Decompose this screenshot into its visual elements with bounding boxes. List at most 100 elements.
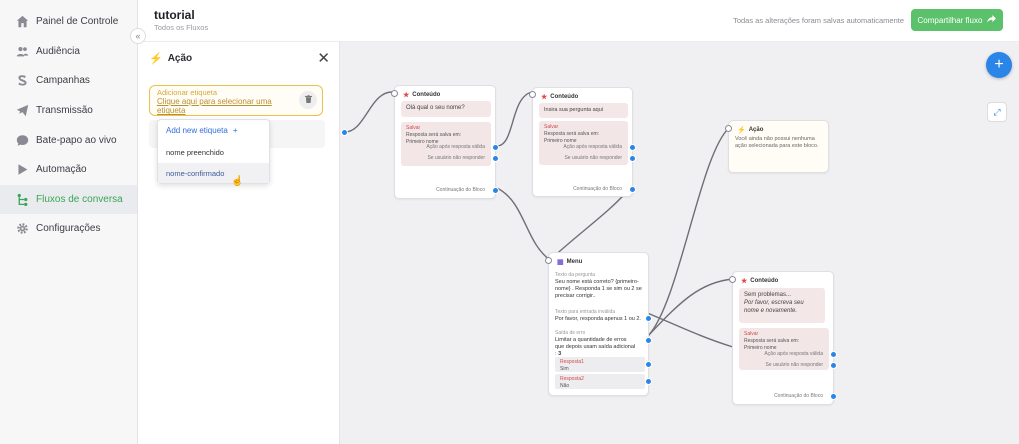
input-port[interactable] — [529, 91, 536, 98]
star-icon: ★ — [741, 278, 748, 285]
add-new-tag-label: Add new etiqueta — [166, 126, 228, 135]
chat-icon — [15, 133, 29, 147]
node-title: Conteúdo — [412, 92, 441, 98]
output-port[interactable] — [629, 144, 636, 151]
tag-option[interactable]: nome-confirmado — [158, 163, 269, 183]
panel-title-text: Ação — [167, 53, 193, 64]
content-node[interactable]: ★ Conteúdo Sem problemas... Por favor, e… — [729, 271, 837, 405]
content-node[interactable]: ★ Conteúdo Insira sua pergunta aqui Salv… — [529, 87, 636, 197]
valid-response-label: Ação após resposta válida — [764, 351, 823, 357]
question-text[interactable]: Seu nome está correto? {primeiro-nome} .… — [555, 279, 645, 300]
node-title: Conteúdo — [750, 278, 779, 284]
output-port[interactable] — [645, 361, 652, 368]
invalid-text[interactable]: Por favor, responda apenus 1 ou 2. — [555, 316, 647, 323]
sidebar-item-label: Fluxos de conversa — [36, 193, 123, 205]
add-new-tag-button[interactable]: Add new etiqueta + — [166, 126, 238, 135]
sidebar-item-label: Automação — [36, 164, 87, 176]
star-icon: ★ — [541, 94, 548, 101]
start-port[interactable] — [341, 129, 348, 136]
sidebar-item-label: Bate-papo ao vivo — [36, 134, 117, 146]
sidebar-item-configuracoes[interactable]: Configurações — [0, 214, 137, 244]
sidebar-item-audiencia[interactable]: Audiência — [0, 37, 137, 67]
message-line: Sem problemas... — [744, 292, 792, 298]
gear-icon — [15, 222, 29, 236]
sidebar-item-bate-papo[interactable]: Bate-papo ao vivo — [0, 125, 137, 155]
share-arrow-icon — [987, 15, 997, 25]
save-title: Salvar — [406, 125, 421, 131]
lightning-icon: ⚡ — [149, 53, 163, 65]
node-header: ▦ Menu — [557, 258, 582, 266]
output-port[interactable] — [645, 315, 652, 322]
page-title: tutorial — [154, 8, 195, 22]
sidebar-item-label: Painel de Controle — [36, 16, 119, 28]
sidebar-item-label: Audiência — [36, 45, 80, 57]
output-port[interactable] — [629, 155, 636, 162]
add-tag-field[interactable]: Adicionar etiqueta Clique aqui para sele… — [149, 85, 323, 116]
save-title: Salvar — [544, 124, 559, 130]
grid-icon: ▦ — [557, 259, 564, 266]
sidebar-item-painel[interactable]: Painel de Controle — [0, 7, 137, 37]
delete-tag-button[interactable] — [299, 91, 317, 109]
action-node[interactable]: ⚡ Ação Você ainda não possui nenhuma açã… — [725, 120, 829, 173]
input-port[interactable] — [729, 276, 736, 283]
output-port[interactable] — [645, 337, 652, 344]
invalid-label: Texto para entrada inválida — [555, 309, 616, 315]
select-tag-link[interactable]: Clique aqui para selecionar uma etiqueta — [157, 97, 282, 115]
sidebar-item-fluxos[interactable]: Fluxos de conversa — [0, 184, 137, 215]
message-line: Por favor, escreva seu nome e novamente. — [744, 299, 804, 314]
autosave-status: Todas as alterações foram salvas automat… — [733, 16, 904, 25]
input-port[interactable] — [391, 90, 398, 97]
sidebar-nav: Painel de Controle Audiência Campanhas T… — [0, 0, 137, 244]
question-label: Texto da pergunta — [555, 272, 596, 278]
trash-icon — [304, 95, 312, 105]
star-icon: ★ — [403, 92, 410, 99]
output-port[interactable] — [830, 362, 837, 369]
add-tag-label: Adicionar etiqueta — [157, 88, 218, 97]
sidebar-item-campanhas[interactable]: Campanhas — [0, 66, 137, 96]
flow-canvas[interactable]: ★ Conteúdo Olá qual o seu nome? Salvar R… — [340, 42, 1019, 444]
output-port[interactable] — [492, 144, 499, 151]
flow-icon — [15, 192, 29, 206]
error-label: Saída de erro — [555, 330, 586, 336]
message-bubble[interactable]: Sem problemas... Por favor, escreva seu … — [739, 288, 825, 323]
menu-node[interactable]: ▦ Menu Texto da pergunta Seu nome está c… — [545, 252, 652, 396]
save-title: Salvar — [744, 331, 759, 337]
node-title: Menu — [566, 259, 583, 265]
output-port[interactable] — [830, 393, 837, 400]
chevron-left-icon: « — [135, 31, 141, 41]
node-header: ★ Conteúdo — [741, 277, 778, 285]
collapse-sidebar-button[interactable]: « — [130, 28, 146, 44]
output-port[interactable] — [645, 378, 652, 385]
add-block-button[interactable]: + — [986, 52, 1012, 78]
sidebar-item-label: Configurações — [36, 223, 101, 235]
sidebar-item-transmissao[interactable]: Transmissão — [0, 96, 137, 126]
output-port[interactable] — [830, 351, 837, 358]
message-bubble[interactable]: Insira sua pergunta aqui — [539, 103, 628, 119]
no-response-label: Se usuário não responder — [564, 155, 622, 161]
message-bubble[interactable]: Olá qual o seu nome? — [401, 101, 491, 117]
menu-option[interactable]: Resposta1 Sim — [555, 357, 645, 372]
output-port[interactable] — [492, 155, 499, 162]
output-port[interactable] — [492, 187, 499, 194]
output-port[interactable] — [629, 186, 636, 193]
close-panel-button[interactable]: ✕ — [317, 49, 330, 67]
plus-icon: + — [994, 56, 1004, 73]
breadcrumb[interactable]: Todos os Fluxos — [154, 23, 208, 32]
fit-view-button[interactable]: ⤢ — [987, 102, 1007, 122]
tag-option[interactable]: nome preenchido — [158, 142, 269, 162]
valid-response-label: Ação após resposta válida — [563, 144, 622, 150]
no-response-label: Se usuário não responder — [427, 155, 485, 161]
sidebar-item-label: Transmissão — [36, 105, 93, 117]
share-flow-button[interactable]: Compartilhar fluxo — [911, 9, 1003, 31]
no-response-label: Se usuário não responder — [765, 362, 823, 368]
menu-option[interactable]: Resposta2 Não — [555, 374, 645, 389]
sidebar-item-automacao[interactable]: Automação — [0, 155, 137, 185]
node-header: ★ Conteúdo — [403, 91, 440, 99]
content-node[interactable]: ★ Conteúdo Olá qual o seu nome? Salvar R… — [391, 85, 499, 199]
error-text-body: Limitar a quantidade de erros que depois… — [555, 337, 636, 358]
play-icon — [15, 163, 29, 177]
option-value: Sim — [560, 365, 569, 372]
input-port[interactable] — [725, 125, 732, 132]
input-port[interactable] — [545, 257, 552, 264]
error-text: Limitar a quantidade de erros que depois… — [555, 337, 637, 358]
